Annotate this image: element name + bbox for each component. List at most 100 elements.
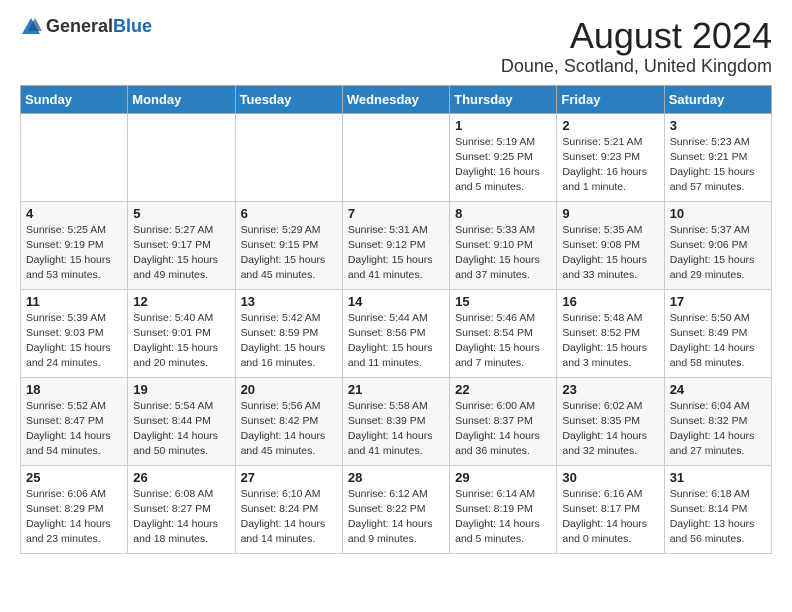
weekday-header-thursday: Thursday — [450, 85, 557, 113]
calendar-cell: 30Sunrise: 6:16 AM Sunset: 8:17 PM Dayli… — [557, 465, 664, 553]
title-area: August 2024 Doune, Scotland, United King… — [501, 16, 772, 77]
day-info: Sunrise: 5:52 AM Sunset: 8:47 PM Dayligh… — [26, 399, 122, 460]
day-info: Sunrise: 5:44 AM Sunset: 8:56 PM Dayligh… — [348, 311, 444, 372]
day-number: 14 — [348, 294, 444, 309]
day-number: 26 — [133, 470, 229, 485]
day-number: 22 — [455, 382, 551, 397]
day-number: 13 — [241, 294, 337, 309]
weekday-header-saturday: Saturday — [664, 85, 771, 113]
logo-text-blue: Blue — [113, 16, 152, 36]
calendar-cell: 23Sunrise: 6:02 AM Sunset: 8:35 PM Dayli… — [557, 377, 664, 465]
week-row-5: 25 Sunrise: 6:06 AM Sunset: 8:29 PM Dayli… — [21, 465, 772, 553]
day-info: Sunrise: 5:23 AM Sunset: 9:21 PM Dayligh… — [670, 135, 766, 196]
day-info: Sunrise: 6:14 AM Sunset: 8:19 PM Dayligh… — [455, 487, 551, 548]
day-number: 21 — [348, 382, 444, 397]
day-number: 16 — [562, 294, 658, 309]
day-info: Sunrise: 5:39 AM Sunset: 9:03 PM Dayligh… — [26, 311, 122, 372]
calendar-cell: 16Sunrise: 5:48 AM Sunset: 8:52 PM Dayli… — [557, 289, 664, 377]
logo-text-general: General — [46, 16, 113, 36]
calendar-cell: 9 Sunrise: 5:35 AM Sunset: 9:08 PM Daylig… — [557, 201, 664, 289]
calendar-cell: 10 Sunrise: 5:37 AM Sunset: 9:06 PM Dayli… — [664, 201, 771, 289]
weekday-header-sunday: Sunday — [21, 85, 128, 113]
calendar-cell: 20 Sunrise: 5:56 AM Sunset: 8:42 PM Dayli… — [235, 377, 342, 465]
day-number: 19 — [133, 382, 229, 397]
day-number: 30 — [562, 470, 658, 485]
day-info: Sunrise: 6:18 AM Sunset: 8:14 PM Dayligh… — [670, 487, 766, 548]
day-number: 12 — [133, 294, 229, 309]
weekday-header-monday: Monday — [128, 85, 235, 113]
day-number: 15 — [455, 294, 551, 309]
calendar-cell: 14 Sunrise: 5:44 AM Sunset: 8:56 PM Dayli… — [342, 289, 449, 377]
calendar-cell: 13 Sunrise: 5:42 AM Sunset: 8:59 PM Dayli… — [235, 289, 342, 377]
calendar-cell: 6Sunrise: 5:29 AM Sunset: 9:15 PM Daylig… — [235, 201, 342, 289]
day-number: 7 — [348, 206, 444, 221]
day-info: Sunrise: 6:12 AM Sunset: 8:22 PM Dayligh… — [348, 487, 444, 548]
week-row-1: 1 Sunrise: 5:19 AM Sunset: 9:25 PM Daylig… — [21, 113, 772, 201]
header: GeneralBlue August 2024 Doune, Scotland,… — [20, 16, 772, 77]
day-number: 27 — [241, 470, 337, 485]
calendar-cell: 5 Sunrise: 5:27 AM Sunset: 9:17 PM Daylig… — [128, 201, 235, 289]
calendar-cell — [21, 113, 128, 201]
calendar-cell: 21 Sunrise: 5:58 AM Sunset: 8:39 PM Dayli… — [342, 377, 449, 465]
day-info: Sunrise: 5:56 AM Sunset: 8:42 PM Dayligh… — [241, 399, 337, 460]
calendar-cell: 19 Sunrise: 5:54 AM Sunset: 8:44 PM Dayli… — [128, 377, 235, 465]
day-number: 31 — [670, 470, 766, 485]
day-number: 8 — [455, 206, 551, 221]
calendar-cell: 11 Sunrise: 5:39 AM Sunset: 9:03 PM Dayli… — [21, 289, 128, 377]
calendar-cell: 25 Sunrise: 6:06 AM Sunset: 8:29 PM Dayli… — [21, 465, 128, 553]
calendar-table: SundayMondayTuesdayWednesdayThursdayFrid… — [20, 85, 772, 554]
logo: GeneralBlue — [20, 16, 152, 38]
calendar-cell: 1 Sunrise: 5:19 AM Sunset: 9:25 PM Daylig… — [450, 113, 557, 201]
calendar-cell: 22 Sunrise: 6:00 AM Sunset: 8:37 PM Dayli… — [450, 377, 557, 465]
calendar-cell: 18 Sunrise: 5:52 AM Sunset: 8:47 PM Dayli… — [21, 377, 128, 465]
day-number: 17 — [670, 294, 766, 309]
day-info: Sunrise: 5:50 AM Sunset: 8:49 PM Dayligh… — [670, 311, 766, 372]
day-info: Sunrise: 6:08 AM Sunset: 8:27 PM Dayligh… — [133, 487, 229, 548]
calendar-cell: 4Sunrise: 5:25 AM Sunset: 9:19 PM Daylig… — [21, 201, 128, 289]
day-number: 9 — [562, 206, 658, 221]
day-info: Sunrise: 6:02 AM Sunset: 8:35 PM Dayligh… — [562, 399, 658, 460]
day-number: 24 — [670, 382, 766, 397]
weekday-header-tuesday: Tuesday — [235, 85, 342, 113]
calendar-cell: 31 Sunrise: 6:18 AM Sunset: 8:14 PM Dayli… — [664, 465, 771, 553]
day-number: 25 — [26, 470, 122, 485]
calendar-cell: 2Sunrise: 5:21 AM Sunset: 9:23 PM Daylig… — [557, 113, 664, 201]
calendar-cell: 7Sunrise: 5:31 AM Sunset: 9:12 PM Daylig… — [342, 201, 449, 289]
day-info: Sunrise: 5:27 AM Sunset: 9:17 PM Dayligh… — [133, 223, 229, 284]
day-info: Sunrise: 6:06 AM Sunset: 8:29 PM Dayligh… — [26, 487, 122, 548]
logo-icon — [20, 16, 42, 38]
day-info: Sunrise: 5:37 AM Sunset: 9:06 PM Dayligh… — [670, 223, 766, 284]
day-number: 5 — [133, 206, 229, 221]
calendar-cell — [235, 113, 342, 201]
day-info: Sunrise: 6:00 AM Sunset: 8:37 PM Dayligh… — [455, 399, 551, 460]
calendar-cell: 15Sunrise: 5:46 AM Sunset: 8:54 PM Dayli… — [450, 289, 557, 377]
weekday-header-wednesday: Wednesday — [342, 85, 449, 113]
day-info: Sunrise: 5:54 AM Sunset: 8:44 PM Dayligh… — [133, 399, 229, 460]
day-info: Sunrise: 5:42 AM Sunset: 8:59 PM Dayligh… — [241, 311, 337, 372]
calendar-cell: 3Sunrise: 5:23 AM Sunset: 9:21 PM Daylig… — [664, 113, 771, 201]
day-number: 10 — [670, 206, 766, 221]
calendar-cell: 12 Sunrise: 5:40 AM Sunset: 9:01 PM Dayli… — [128, 289, 235, 377]
day-info: Sunrise: 5:35 AM Sunset: 9:08 PM Dayligh… — [562, 223, 658, 284]
calendar-cell: 26 Sunrise: 6:08 AM Sunset: 8:27 PM Dayli… — [128, 465, 235, 553]
day-number: 20 — [241, 382, 337, 397]
day-info: Sunrise: 5:58 AM Sunset: 8:39 PM Dayligh… — [348, 399, 444, 460]
calendar-cell: 8 Sunrise: 5:33 AM Sunset: 9:10 PM Daylig… — [450, 201, 557, 289]
week-row-4: 18 Sunrise: 5:52 AM Sunset: 8:47 PM Dayli… — [21, 377, 772, 465]
day-info: Sunrise: 5:40 AM Sunset: 9:01 PM Dayligh… — [133, 311, 229, 372]
calendar-cell: 17 Sunrise: 5:50 AM Sunset: 8:49 PM Dayli… — [664, 289, 771, 377]
day-number: 11 — [26, 294, 122, 309]
day-info: Sunrise: 6:04 AM Sunset: 8:32 PM Dayligh… — [670, 399, 766, 460]
week-row-2: 4Sunrise: 5:25 AM Sunset: 9:19 PM Daylig… — [21, 201, 772, 289]
week-row-3: 11 Sunrise: 5:39 AM Sunset: 9:03 PM Dayli… — [21, 289, 772, 377]
day-number: 28 — [348, 470, 444, 485]
day-info: Sunrise: 5:19 AM Sunset: 9:25 PM Dayligh… — [455, 135, 551, 196]
calendar-cell — [128, 113, 235, 201]
day-number: 1 — [455, 118, 551, 133]
location-title: Doune, Scotland, United Kingdom — [501, 56, 772, 77]
day-info: Sunrise: 5:33 AM Sunset: 9:10 PM Dayligh… — [455, 223, 551, 284]
day-number: 2 — [562, 118, 658, 133]
calendar-cell: 28 Sunrise: 6:12 AM Sunset: 8:22 PM Dayli… — [342, 465, 449, 553]
calendar-cell: 27Sunrise: 6:10 AM Sunset: 8:24 PM Dayli… — [235, 465, 342, 553]
day-number: 18 — [26, 382, 122, 397]
